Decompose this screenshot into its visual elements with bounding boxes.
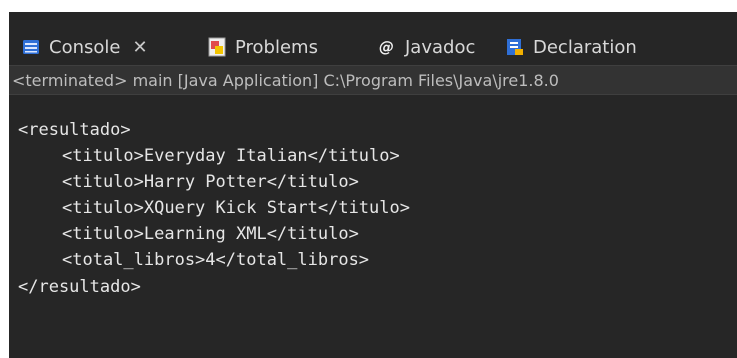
tab-bar: Console ✕ Problems @ Javadoc Declaration	[9, 29, 737, 65]
output-line: <titulo>Harry Potter</titulo>	[62, 172, 359, 192]
output-line: <total_libros>4</total_libros>	[62, 250, 370, 270]
output-line: <resultado>	[18, 120, 131, 140]
problems-icon	[207, 37, 227, 57]
output-line: <titulo>XQuery Kick Start</titulo>	[62, 198, 410, 218]
tab-problems[interactable]: Problems	[207, 29, 318, 65]
tab-console[interactable]: Console ✕	[21, 29, 148, 65]
tab-javadoc[interactable]: @ Javadoc	[377, 29, 475, 65]
output-line: </resultado>	[18, 277, 141, 297]
tab-console-label: Console	[49, 36, 121, 58]
console-icon	[21, 37, 41, 57]
tab-declaration-label: Declaration	[533, 36, 637, 58]
tab-declaration[interactable]: Declaration	[505, 29, 637, 65]
console-output[interactable]: <resultado> <titulo>Everyday Italian</ti…	[9, 104, 737, 358]
close-icon[interactable]: ✕	[132, 37, 147, 58]
declaration-icon	[505, 37, 525, 57]
svg-text:@: @	[379, 38, 394, 56]
output-line: <titulo>Learning XML</titulo>	[62, 224, 359, 244]
tab-problems-label: Problems	[235, 36, 318, 58]
console-panel: Console ✕ Problems @ Javadoc Declaration…	[9, 12, 737, 358]
javadoc-icon: @	[377, 37, 397, 57]
process-status: <terminated> main [Java Application] C:\…	[9, 65, 737, 95]
tab-javadoc-label: Javadoc	[405, 36, 476, 58]
output-line: <titulo>Everyday Italian</titulo>	[62, 146, 400, 166]
